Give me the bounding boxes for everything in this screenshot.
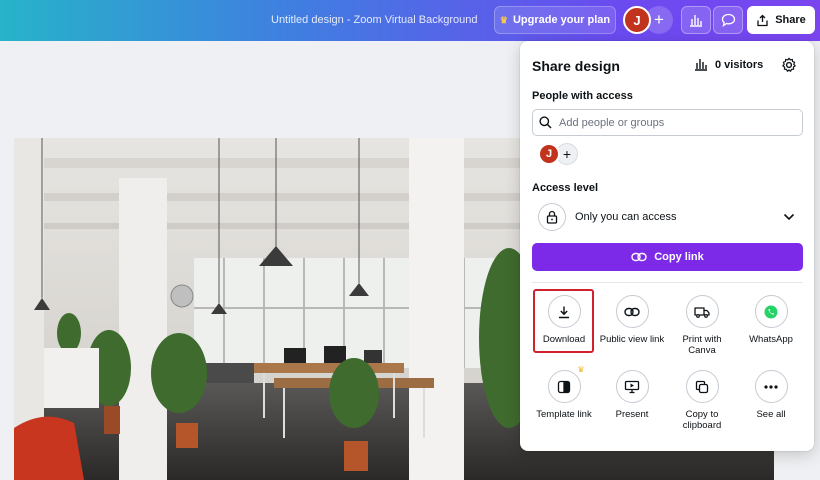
template-icon: [557, 380, 571, 393]
copy-icon: [695, 380, 709, 393]
bar-chart-icon: [695, 59, 707, 71]
share-button[interactable]: Share: [747, 6, 815, 34]
access-level-label: Access level: [532, 182, 599, 194]
copy-link-button[interactable]: Copy link: [532, 243, 803, 271]
template-icon-wrap: ♛: [547, 365, 585, 403]
download-highlight-box: [533, 289, 594, 353]
comment-icon: [721, 13, 735, 27]
avatar[interactable]: J: [623, 6, 651, 34]
access-level-value: Only you can access: [575, 211, 677, 223]
whatsapp-icon-wrap: [754, 295, 788, 328]
document-title[interactable]: Untitled design - Zoom Virtual Backgroun…: [271, 14, 477, 26]
whatsapp-option[interactable]: WhatsApp: [738, 295, 804, 345]
share-label: Share: [775, 14, 806, 26]
present-option[interactable]: Present: [599, 370, 665, 420]
top-bar: Untitled design - Zoom Virtual Backgroun…: [0, 0, 820, 41]
link-icon: [631, 252, 647, 262]
add-people-search[interactable]: [532, 109, 803, 136]
present-label: Present: [615, 409, 649, 420]
search-icon: [539, 116, 552, 129]
more-icon-wrap: [754, 370, 788, 403]
lock-icon: [546, 210, 558, 224]
copy-icon-wrap: [685, 370, 719, 403]
people-avatars: J +: [538, 143, 580, 165]
more-icon: [764, 384, 778, 389]
link-icon-wrap: [615, 295, 649, 328]
link-icon: [624, 307, 640, 316]
copy-link-label: Copy link: [654, 251, 704, 263]
see-all-label: See all: [756, 409, 786, 420]
copy-to-clipboard-option[interactable]: Copy to clipboard: [669, 370, 735, 431]
people-with-access-label: People with access: [532, 90, 633, 102]
print-with-canva-option[interactable]: Print with Canva: [669, 295, 735, 356]
present-icon: [624, 380, 640, 393]
crown-icon: ♛: [577, 365, 585, 374]
visitors-count: 0 visitors: [715, 58, 764, 71]
present-icon-wrap: [615, 370, 649, 403]
panel-title: Share design: [532, 58, 620, 74]
divider: [532, 282, 803, 283]
settings-button[interactable]: [779, 55, 799, 75]
access-level-dropdown[interactable]: Only you can access: [532, 201, 803, 233]
see-all-option[interactable]: See all: [738, 370, 804, 420]
search-input[interactable]: [559, 116, 779, 129]
truck-icon-wrap: [685, 295, 719, 328]
bar-chart-icon: [690, 15, 702, 27]
crown-icon: ♛: [499, 14, 508, 25]
template-link-option[interactable]: ♛ Template link: [531, 365, 597, 420]
truck-icon: [694, 306, 710, 318]
public-view-link-label: Public view link: [599, 334, 665, 345]
whatsapp-icon: [764, 305, 778, 318]
lock-icon-wrap: [538, 203, 566, 231]
public-view-link-option[interactable]: Public view link: [599, 295, 665, 345]
template-link-label: Template link: [536, 409, 592, 420]
insights-button[interactable]: [681, 6, 711, 34]
visitors-button[interactable]: 0 visitors: [694, 58, 763, 71]
upgrade-plan-button[interactable]: ♛ Upgrade your plan: [494, 6, 616, 34]
share-panel: Share design 0 visitors People with acce…: [520, 41, 814, 451]
upgrade-plan-label: Upgrade your plan: [512, 14, 611, 26]
gear-icon: [782, 57, 796, 72]
whatsapp-label: WhatsApp: [749, 334, 793, 345]
comments-button[interactable]: [713, 6, 743, 34]
share-icon: [757, 14, 768, 26]
chevron-down-icon: [783, 213, 795, 221]
collaborators: J +: [623, 6, 675, 34]
copy-to-clipboard-label: Copy to clipboard: [682, 409, 722, 431]
avatar[interactable]: J: [538, 143, 560, 165]
print-with-canva-label: Print with Canva: [682, 334, 722, 356]
